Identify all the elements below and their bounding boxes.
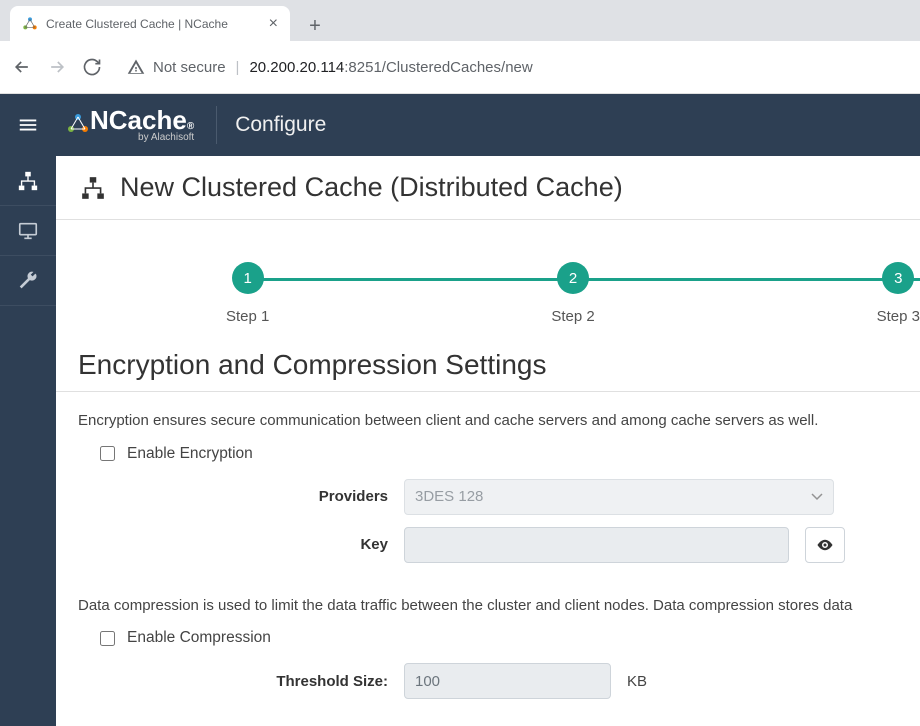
threshold-unit: KB	[627, 673, 647, 690]
url-path: :8251/ClusteredCaches/new	[344, 59, 532, 76]
warning-triangle-icon	[127, 58, 145, 76]
hamburger-icon	[17, 114, 39, 136]
encryption-description: Encryption ensures secure communication …	[56, 410, 920, 433]
sidebar-item-cluster[interactable]	[0, 156, 56, 206]
logo-icon	[66, 112, 90, 139]
compression-description: Data compression is used to limit the da…	[56, 595, 920, 618]
brand-name: NCache	[90, 107, 187, 133]
step-label: Step 2	[551, 308, 594, 325]
enable-compression-row[interactable]: Enable Compression	[56, 617, 920, 657]
sidebar	[0, 156, 56, 726]
back-button[interactable]	[12, 57, 32, 77]
tab-title: Create Clustered Cache | NCache	[46, 17, 261, 31]
main-content: New Clustered Cache (Distributed Cache) …	[56, 156, 920, 726]
enable-encryption-checkbox[interactable]	[100, 446, 115, 461]
key-label: Key	[78, 536, 388, 553]
reveal-key-button[interactable]	[805, 527, 845, 563]
step-label: Step 3	[877, 308, 920, 325]
sidebar-item-monitor[interactable]	[0, 206, 56, 256]
page-title-bar: New Clustered Cache (Distributed Cache)	[56, 156, 920, 220]
sidebar-item-tools[interactable]	[0, 256, 56, 306]
providers-label: Providers	[78, 488, 388, 505]
reload-button[interactable]	[82, 57, 102, 77]
step-1[interactable]: 1 Step 1	[226, 262, 269, 325]
step-circle: 3	[882, 262, 914, 294]
header-section-title: Configure	[235, 113, 326, 137]
wizard-stepper: 1 Step 1 2 Step 2 3 Step 3	[226, 262, 920, 325]
brand-reg: ®	[187, 122, 194, 132]
new-tab-button[interactable]: +	[300, 11, 330, 41]
address-bar[interactable]: Not secure | 20.200.20.114:8251/Clustere…	[117, 58, 908, 76]
brand-subtitle: by Alachisoft	[138, 133, 194, 143]
monitor-icon	[17, 220, 39, 242]
enable-compression-checkbox[interactable]	[100, 631, 115, 646]
threshold-label: Threshold Size:	[78, 673, 388, 690]
tab-close-icon[interactable]: ×	[269, 15, 278, 33]
enable-compression-label: Enable Compression	[127, 629, 271, 647]
brand-logo[interactable]: NCache® by Alachisoft	[56, 105, 204, 145]
address-separator: |	[236, 59, 240, 76]
browser-tab[interactable]: Create Clustered Cache | NCache ×	[10, 6, 290, 41]
sitemap-icon	[80, 175, 106, 201]
browser-tab-strip: Create Clustered Cache | NCache × +	[0, 0, 920, 41]
sitemap-icon	[17, 170, 39, 192]
enable-encryption-label: Enable Encryption	[127, 445, 253, 463]
enable-encryption-row[interactable]: Enable Encryption	[56, 433, 920, 473]
step-2[interactable]: 2 Step 2	[551, 262, 594, 325]
browser-toolbar: Not secure | 20.200.20.114:8251/Clustere…	[0, 41, 920, 94]
forward-button[interactable]	[47, 57, 67, 77]
menu-toggle-button[interactable]	[0, 114, 56, 136]
header-divider	[216, 106, 217, 144]
step-circle: 2	[557, 262, 589, 294]
threshold-input[interactable]	[404, 663, 611, 699]
step-label: Step 1	[226, 308, 269, 325]
step-3[interactable]: 3 Step 3	[877, 262, 920, 325]
page-title: New Clustered Cache (Distributed Cache)	[120, 172, 623, 203]
key-input[interactable]	[404, 527, 789, 563]
eye-icon	[816, 536, 834, 554]
security-warning: Not secure	[127, 58, 226, 76]
app-header: NCache® by Alachisoft Configure	[0, 94, 920, 156]
step-circle: 1	[232, 262, 264, 294]
wrench-icon	[17, 270, 39, 292]
tab-favicon-icon	[22, 16, 38, 32]
security-text: Not secure	[153, 59, 226, 76]
url-host: 20.200.20.114	[249, 59, 344, 76]
section-title: Encryption and Compression Settings	[56, 335, 920, 392]
providers-select[interactable]: 3DES 128	[404, 479, 834, 515]
